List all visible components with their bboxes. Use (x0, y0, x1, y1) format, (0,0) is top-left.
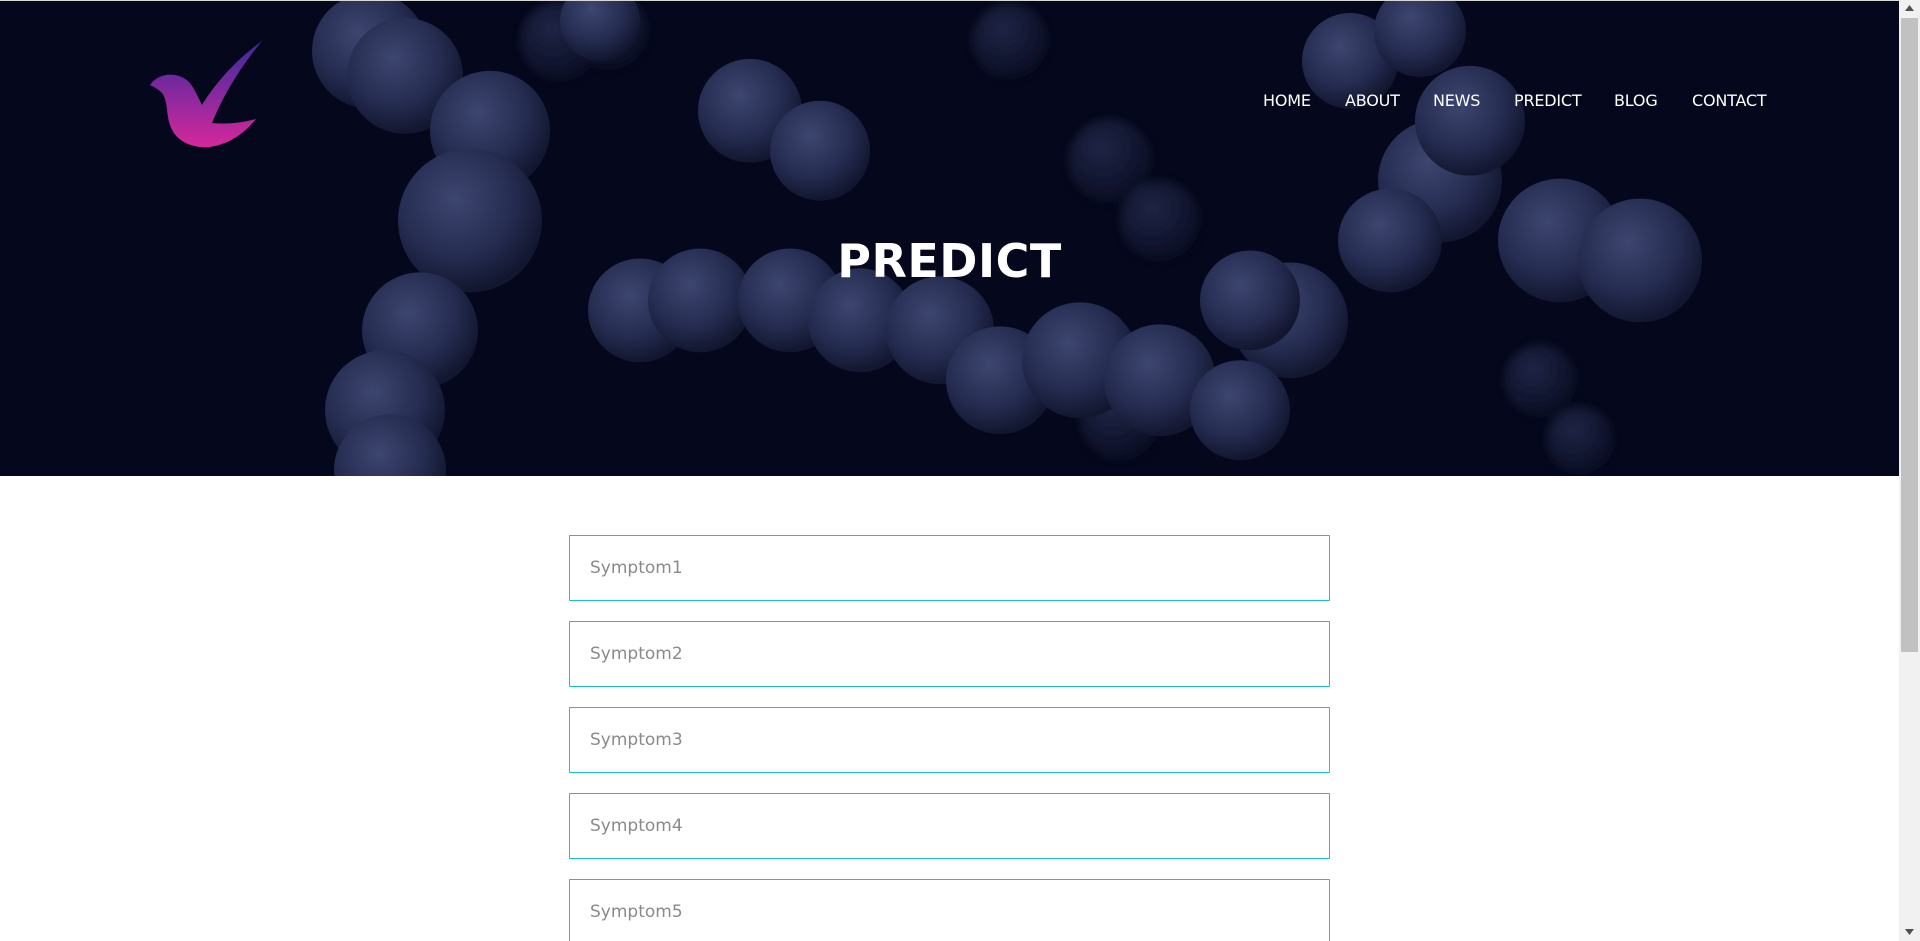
scrollbar-thumb[interactable] (1901, 18, 1918, 652)
symptom1-input[interactable] (569, 535, 1330, 601)
symptom2-input[interactable] (569, 621, 1330, 687)
page-title: PREDICT (837, 234, 1062, 288)
triangle-down-icon (1905, 929, 1914, 935)
symptom-form (569, 535, 1330, 941)
nav-blog[interactable]: BLOG (1614, 89, 1658, 113)
nav-predict[interactable]: PREDICT (1514, 89, 1582, 113)
triangle-up-icon (1905, 5, 1914, 11)
nav-home[interactable]: HOME (1263, 89, 1311, 113)
scroll-up-button[interactable] (1899, 0, 1920, 17)
symptom5-input[interactable] (569, 879, 1330, 941)
scroll-down-button[interactable] (1899, 924, 1920, 941)
vertical-scrollbar[interactable] (1899, 0, 1920, 941)
hero-banner: HOME ABOUT NEWS PREDICT BLOG CONTACT PRE… (0, 0, 1899, 476)
nav-news[interactable]: NEWS (1433, 89, 1480, 113)
symptom3-input[interactable] (569, 707, 1330, 773)
symptom4-input[interactable] (569, 793, 1330, 859)
nav-contact[interactable]: CONTACT (1692, 89, 1767, 113)
main-nav: HOME ABOUT NEWS PREDICT BLOG CONTACT (0, 89, 1899, 113)
nav-about[interactable]: ABOUT (1345, 89, 1400, 113)
